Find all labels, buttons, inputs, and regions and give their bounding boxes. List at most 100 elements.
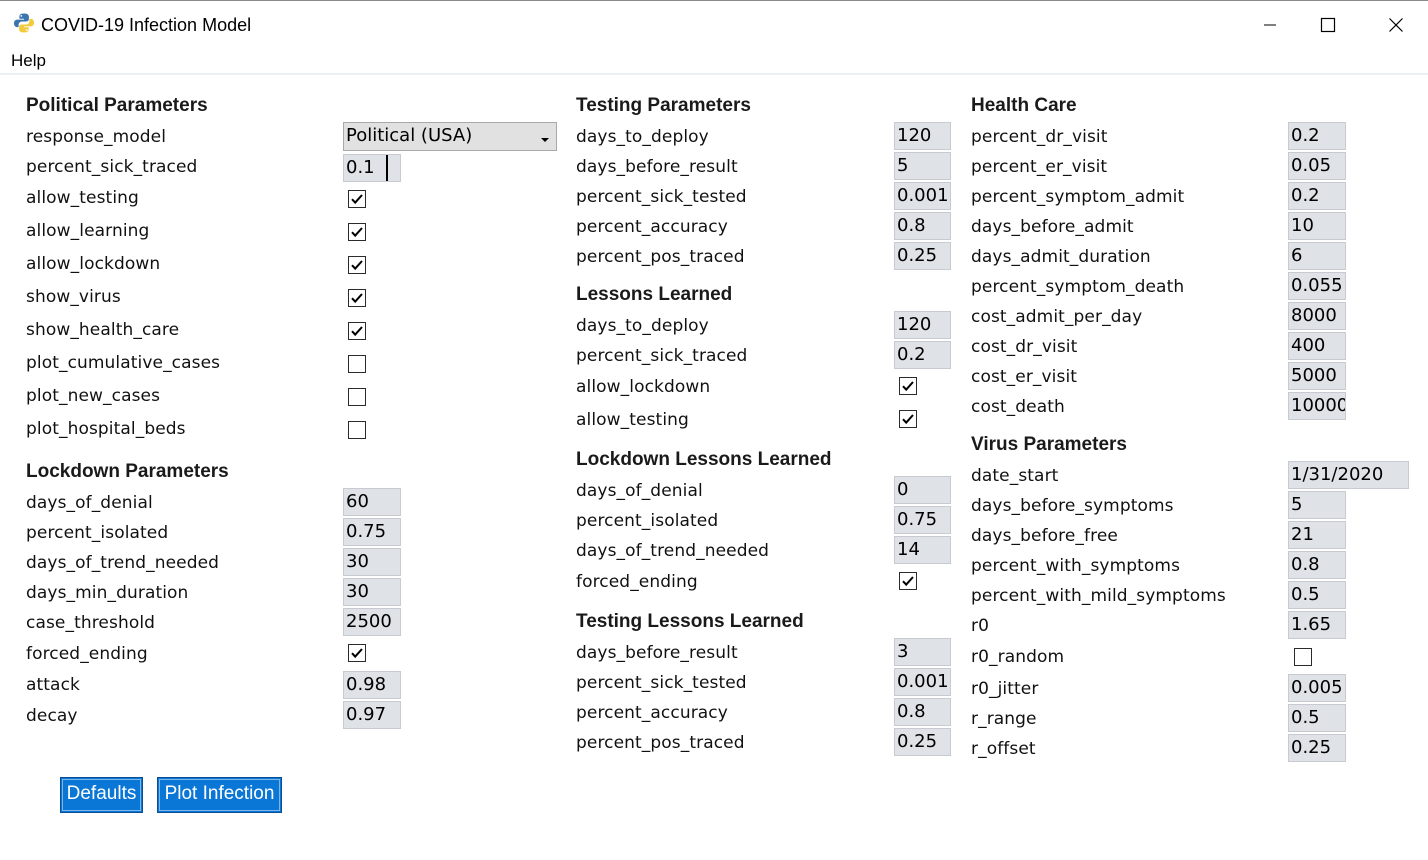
label-cost-admit-per-day: cost_admit_per_day <box>971 307 1143 327</box>
maximize-button[interactable] <box>1294 2 1362 47</box>
forced-ending-checkbox[interactable] <box>348 644 366 662</box>
percent-isolated-input[interactable]: 0.75 <box>343 518 401 546</box>
lessons-allow-lockdown-checkbox[interactable] <box>899 377 917 395</box>
check-icon <box>902 414 914 425</box>
menu-help[interactable]: Help <box>11 50 46 72</box>
label-percent-with-symptoms: percent_with_symptoms <box>971 556 1181 576</box>
percent-accuracy-input[interactable]: 0.8 <box>894 212 951 240</box>
label-lessons-percent-sick-traced: percent_sick_traced <box>576 346 748 366</box>
ll-percent-isolated-input[interactable]: 0.75 <box>894 506 951 534</box>
label-percent-with-mild-symptoms: percent_with_mild_symptoms <box>971 586 1226 606</box>
ll-days-of-denial-input[interactable]: 0 <box>894 476 951 504</box>
tl-percent-accuracy-input[interactable]: 0.8 <box>894 698 951 726</box>
days-of-denial-input[interactable]: 60 <box>343 488 401 516</box>
menu-bar: Help <box>0 47 1428 75</box>
plot-new-cases-checkbox[interactable] <box>348 388 366 406</box>
days-admit-duration-input[interactable]: 6 <box>1288 242 1346 270</box>
days-before-symptoms-input[interactable]: 5 <box>1288 491 1346 519</box>
label-days-admit-duration: days_admit_duration <box>971 247 1151 267</box>
section-testing-parameters: Testing Parameters <box>576 95 751 116</box>
label-days-of-trend-needed: days_of_trend_needed <box>26 553 220 573</box>
percent-er-visit-input[interactable]: 0.05 <box>1288 152 1346 180</box>
percent-sick-tested-input[interactable]: 0.001 <box>894 182 951 210</box>
check-icon <box>351 227 363 238</box>
label-attack: attack <box>26 675 80 695</box>
date-start-input[interactable]: 1/31/2020 <box>1288 461 1409 489</box>
case-threshold-input[interactable]: 2500 <box>343 608 401 636</box>
close-icon <box>1389 17 1403 32</box>
label-percent-dr-visit: percent_dr_visit <box>971 127 1108 147</box>
lessons-percent-sick-traced-input[interactable]: 0.2 <box>894 341 951 369</box>
plot-cumulative-cases-checkbox[interactable] <box>348 355 366 373</box>
show-health-care-checkbox[interactable] <box>348 322 366 340</box>
defaults-button[interactable]: Defaults <box>60 777 143 813</box>
minimize-icon <box>1264 24 1276 25</box>
cost-er-visit-input[interactable]: 5000 <box>1288 362 1346 390</box>
show-virus-checkbox[interactable] <box>348 289 366 307</box>
response-model-select[interactable]: Political (USA) <box>343 122 557 151</box>
percent-sick-traced-input[interactable]: 0.1 <box>343 154 401 182</box>
attack-input[interactable]: 0.98 <box>343 671 401 699</box>
days-before-result-input[interactable]: 5 <box>894 152 951 180</box>
label-days-before-symptoms: days_before_symptoms <box>971 496 1174 516</box>
label-plot-new-cases: plot_new_cases <box>26 386 161 406</box>
r-offset-input[interactable]: 0.25 <box>1288 734 1346 762</box>
percent-pos-traced-input[interactable]: 0.25 <box>894 242 951 270</box>
chevron-down-icon[interactable] <box>534 122 556 151</box>
days-min-duration-input[interactable]: 30 <box>343 578 401 606</box>
close-button[interactable] <box>1362 2 1428 47</box>
allow-learning-checkbox[interactable] <box>348 223 366 241</box>
ll-forced-ending-checkbox[interactable] <box>899 572 917 590</box>
label-days-to-deploy: days_to_deploy <box>576 127 709 147</box>
label-percent-accuracy: percent_accuracy <box>576 217 728 237</box>
label-r-range: r_range <box>971 709 1037 729</box>
lessons-days-to-deploy-input[interactable]: 120 <box>894 311 951 339</box>
r0-random-checkbox[interactable] <box>1294 648 1312 666</box>
percent-with-mild-symptoms-input[interactable]: 0.5 <box>1288 581 1346 609</box>
percent-dr-visit-input[interactable]: 0.2 <box>1288 122 1346 150</box>
label-ll-forced-ending: forced_ending <box>576 572 698 592</box>
text-caret <box>386 155 388 181</box>
r0-input[interactable]: 1.65 <box>1288 611 1346 639</box>
section-political-parameters: Political Parameters <box>26 95 208 116</box>
percent-symptom-death-input[interactable]: 0.055 <box>1288 272 1346 300</box>
allow-lockdown-checkbox[interactable] <box>348 256 366 274</box>
check-icon <box>351 326 363 337</box>
section-lockdown-lessons-learned: Lockdown Lessons Learned <box>576 449 832 470</box>
label-days-before-free: days_before_free <box>971 526 1118 546</box>
label-allow-lockdown: allow_lockdown <box>26 254 161 274</box>
cost-dr-visit-input[interactable]: 400 <box>1288 332 1346 360</box>
label-allow-testing: allow_testing <box>26 188 139 208</box>
r0-jitter-input[interactable]: 0.005 <box>1288 674 1346 702</box>
tl-percent-sick-tested-input[interactable]: 0.001 <box>894 668 951 696</box>
plot-hospital-beds-checkbox[interactable] <box>348 421 366 439</box>
plot-infection-button[interactable]: Plot Infection <box>157 777 282 813</box>
days-before-free-input[interactable]: 21 <box>1288 521 1346 549</box>
cost-admit-per-day-input[interactable]: 8000 <box>1288 302 1346 330</box>
days-of-trend-needed-input[interactable]: 30 <box>343 548 401 576</box>
window-title: COVID-19 Infection Model <box>41 15 252 35</box>
label-tl-days-before-result: days_before_result <box>576 643 738 663</box>
days-before-admit-input[interactable]: 10 <box>1288 212 1346 240</box>
tl-days-before-result-input[interactable]: 3 <box>894 638 951 666</box>
response-model-value: Political (USA) <box>346 125 473 146</box>
label-response-model: response_model <box>26 127 167 147</box>
label-case-threshold: case_threshold <box>26 613 156 633</box>
decay-input[interactable]: 0.97 <box>343 701 401 729</box>
ll-days-of-trend-needed-input[interactable]: 14 <box>894 536 951 564</box>
allow-testing-checkbox[interactable] <box>348 190 366 208</box>
r-range-input[interactable]: 0.5 <box>1288 704 1346 732</box>
days-to-deploy-input[interactable]: 120 <box>894 122 951 150</box>
lessons-allow-testing-checkbox[interactable] <box>899 410 917 428</box>
label-percent-isolated: percent_isolated <box>26 523 169 543</box>
label-decay: decay <box>26 706 78 726</box>
percent-with-symptoms-input[interactable]: 0.8 <box>1288 551 1346 579</box>
label-show-health-care: show_health_care <box>26 320 180 340</box>
percent-symptom-admit-input[interactable]: 0.2 <box>1288 182 1346 210</box>
label-cost-dr-visit: cost_dr_visit <box>971 337 1078 357</box>
label-percent-sick-traced: percent_sick_traced <box>26 157 198 177</box>
label-ll-percent-isolated: percent_isolated <box>576 511 719 531</box>
cost-death-input[interactable]: 10000 <box>1288 392 1346 420</box>
tl-percent-pos-traced-input[interactable]: 0.25 <box>894 728 951 756</box>
label-days-min-duration: days_min_duration <box>26 583 189 603</box>
